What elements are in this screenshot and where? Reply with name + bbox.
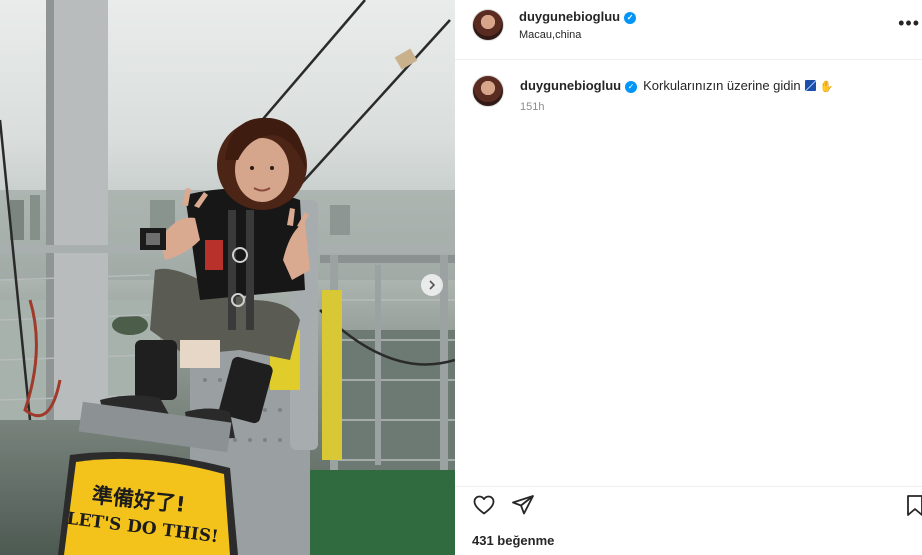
- avatar[interactable]: [472, 9, 504, 41]
- post-photo[interactable]: 準備好了! LET'S DO THIS!: [0, 0, 455, 555]
- post-header: duygunebiogluu ✓ Macau,china •••: [455, 0, 922, 60]
- username-text[interactable]: duygunebiogluu: [519, 9, 620, 24]
- photo-scene: [0, 0, 455, 555]
- likes-count[interactable]: 431 beğenme: [472, 533, 554, 548]
- caption-timestamp[interactable]: 151h: [520, 101, 544, 113]
- action-bar: [455, 486, 922, 520]
- post-location[interactable]: Macau,china: [519, 29, 581, 41]
- more-options-icon[interactable]: •••: [898, 14, 920, 32]
- post-author-username[interactable]: duygunebiogluu ✓: [519, 9, 637, 24]
- verified-badge-icon: ✓: [624, 12, 637, 24]
- chevron-right-icon: [429, 280, 436, 290]
- caption-avatar[interactable]: [472, 75, 504, 107]
- clapping-hands-icon: ✋: [819, 81, 834, 93]
- post-details-panel: duygunebiogluu ✓ Macau,china ••• duyguneb…: [455, 0, 922, 555]
- caption-text: Korkularınızın üzerine gidin: [643, 78, 801, 93]
- heart-icon[interactable]: [472, 493, 496, 517]
- emoji-icon: [804, 80, 816, 91]
- caption: duygunebiogluu ✓ Korkularınızın üzerine gi…: [520, 78, 833, 93]
- bookmark-icon[interactable]: [906, 493, 922, 517]
- caption-username[interactable]: duygunebiogluu: [520, 78, 621, 93]
- verified-badge-icon: ✓: [625, 81, 638, 93]
- carousel-next-button[interactable]: [421, 274, 443, 296]
- paper-plane-icon[interactable]: [511, 493, 535, 517]
